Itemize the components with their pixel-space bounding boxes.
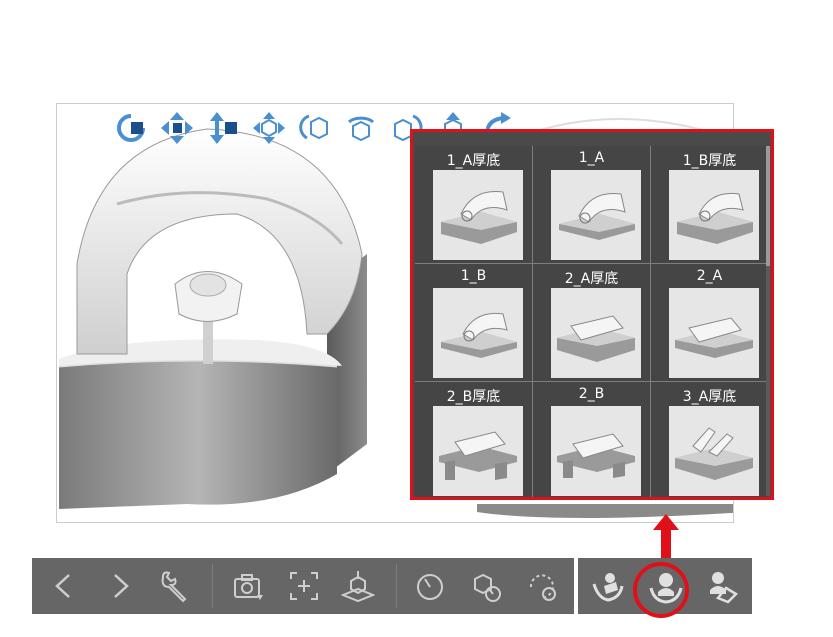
bottom-toolbar <box>32 558 574 614</box>
rotate-timer-icon[interactable] <box>522 566 562 606</box>
camera-icon[interactable] <box>228 566 268 606</box>
material-tile[interactable]: 2_B <box>533 382 650 497</box>
material-tile[interactable]: 3_A厚底 <box>651 382 768 497</box>
timer-icon[interactable] <box>410 566 450 606</box>
sandal-thumbnail <box>669 170 759 260</box>
wrench-icon[interactable] <box>154 566 194 606</box>
camera-rotate-icon[interactable] <box>112 109 150 147</box>
material-grid: 1_A厚底 1_A 1_B厚底 1_B 2_A厚底 2_A 2_B厚底 2_B … <box>415 146 768 497</box>
material-label: 1_B <box>460 268 487 284</box>
pose-hand-icon[interactable] <box>588 566 628 606</box>
sandal-thumbnail <box>669 406 759 496</box>
rotate-object-icon[interactable] <box>296 109 334 147</box>
material-tile[interactable]: 1_A <box>533 146 650 263</box>
fit-view-icon[interactable] <box>284 566 324 606</box>
material-panel: 1_A厚底 1_A 1_B厚底 1_B 2_A厚底 2_A 2_B厚底 2_B … <box>410 129 774 500</box>
material-label: 1_B厚底 <box>682 153 737 169</box>
sandal-thumbnail <box>551 406 641 496</box>
sandal-thumbnail <box>433 288 523 378</box>
material-label: 3_A厚底 <box>682 389 737 405</box>
ground-icon[interactable] <box>338 566 378 606</box>
material-tile[interactable]: 1_A厚底 <box>415 146 532 263</box>
rotate-x-icon[interactable] <box>342 109 380 147</box>
move-horizontal-icon[interactable] <box>158 109 196 147</box>
sandal-thumbnail <box>551 288 641 378</box>
object-timer-icon[interactable] <box>466 566 506 606</box>
material-tile[interactable]: 2_B厚底 <box>415 382 532 497</box>
sandal-thumbnail <box>433 406 523 496</box>
sandal-thumbnail <box>669 288 759 378</box>
material-label: 2_B厚底 <box>446 389 501 405</box>
preset-hand-icon[interactable] <box>702 566 742 606</box>
chevron-right-icon[interactable] <box>100 566 140 606</box>
material-label: 2_A厚底 <box>564 271 619 287</box>
move-vertical-icon[interactable] <box>204 109 242 147</box>
material-label: 1_A厚底 <box>446 153 501 169</box>
material-label: 1_A <box>578 150 605 166</box>
move-all-icon[interactable] <box>250 109 288 147</box>
sandal-thumbnail <box>433 170 523 260</box>
highlight-ring <box>633 562 689 618</box>
panel-scrollbar-thumb[interactable] <box>766 146 770 266</box>
material-tile[interactable]: 2_A <box>651 264 768 381</box>
chevron-left-icon[interactable] <box>44 566 84 606</box>
material-label: 2_B <box>578 386 605 402</box>
material-label: 2_A <box>696 268 723 284</box>
material-tile[interactable]: 1_B厚底 <box>651 146 768 263</box>
material-tile[interactable]: 2_A厚底 <box>533 264 650 381</box>
sandal-thumbnail <box>551 170 641 260</box>
material-tile[interactable]: 1_B <box>415 264 532 381</box>
